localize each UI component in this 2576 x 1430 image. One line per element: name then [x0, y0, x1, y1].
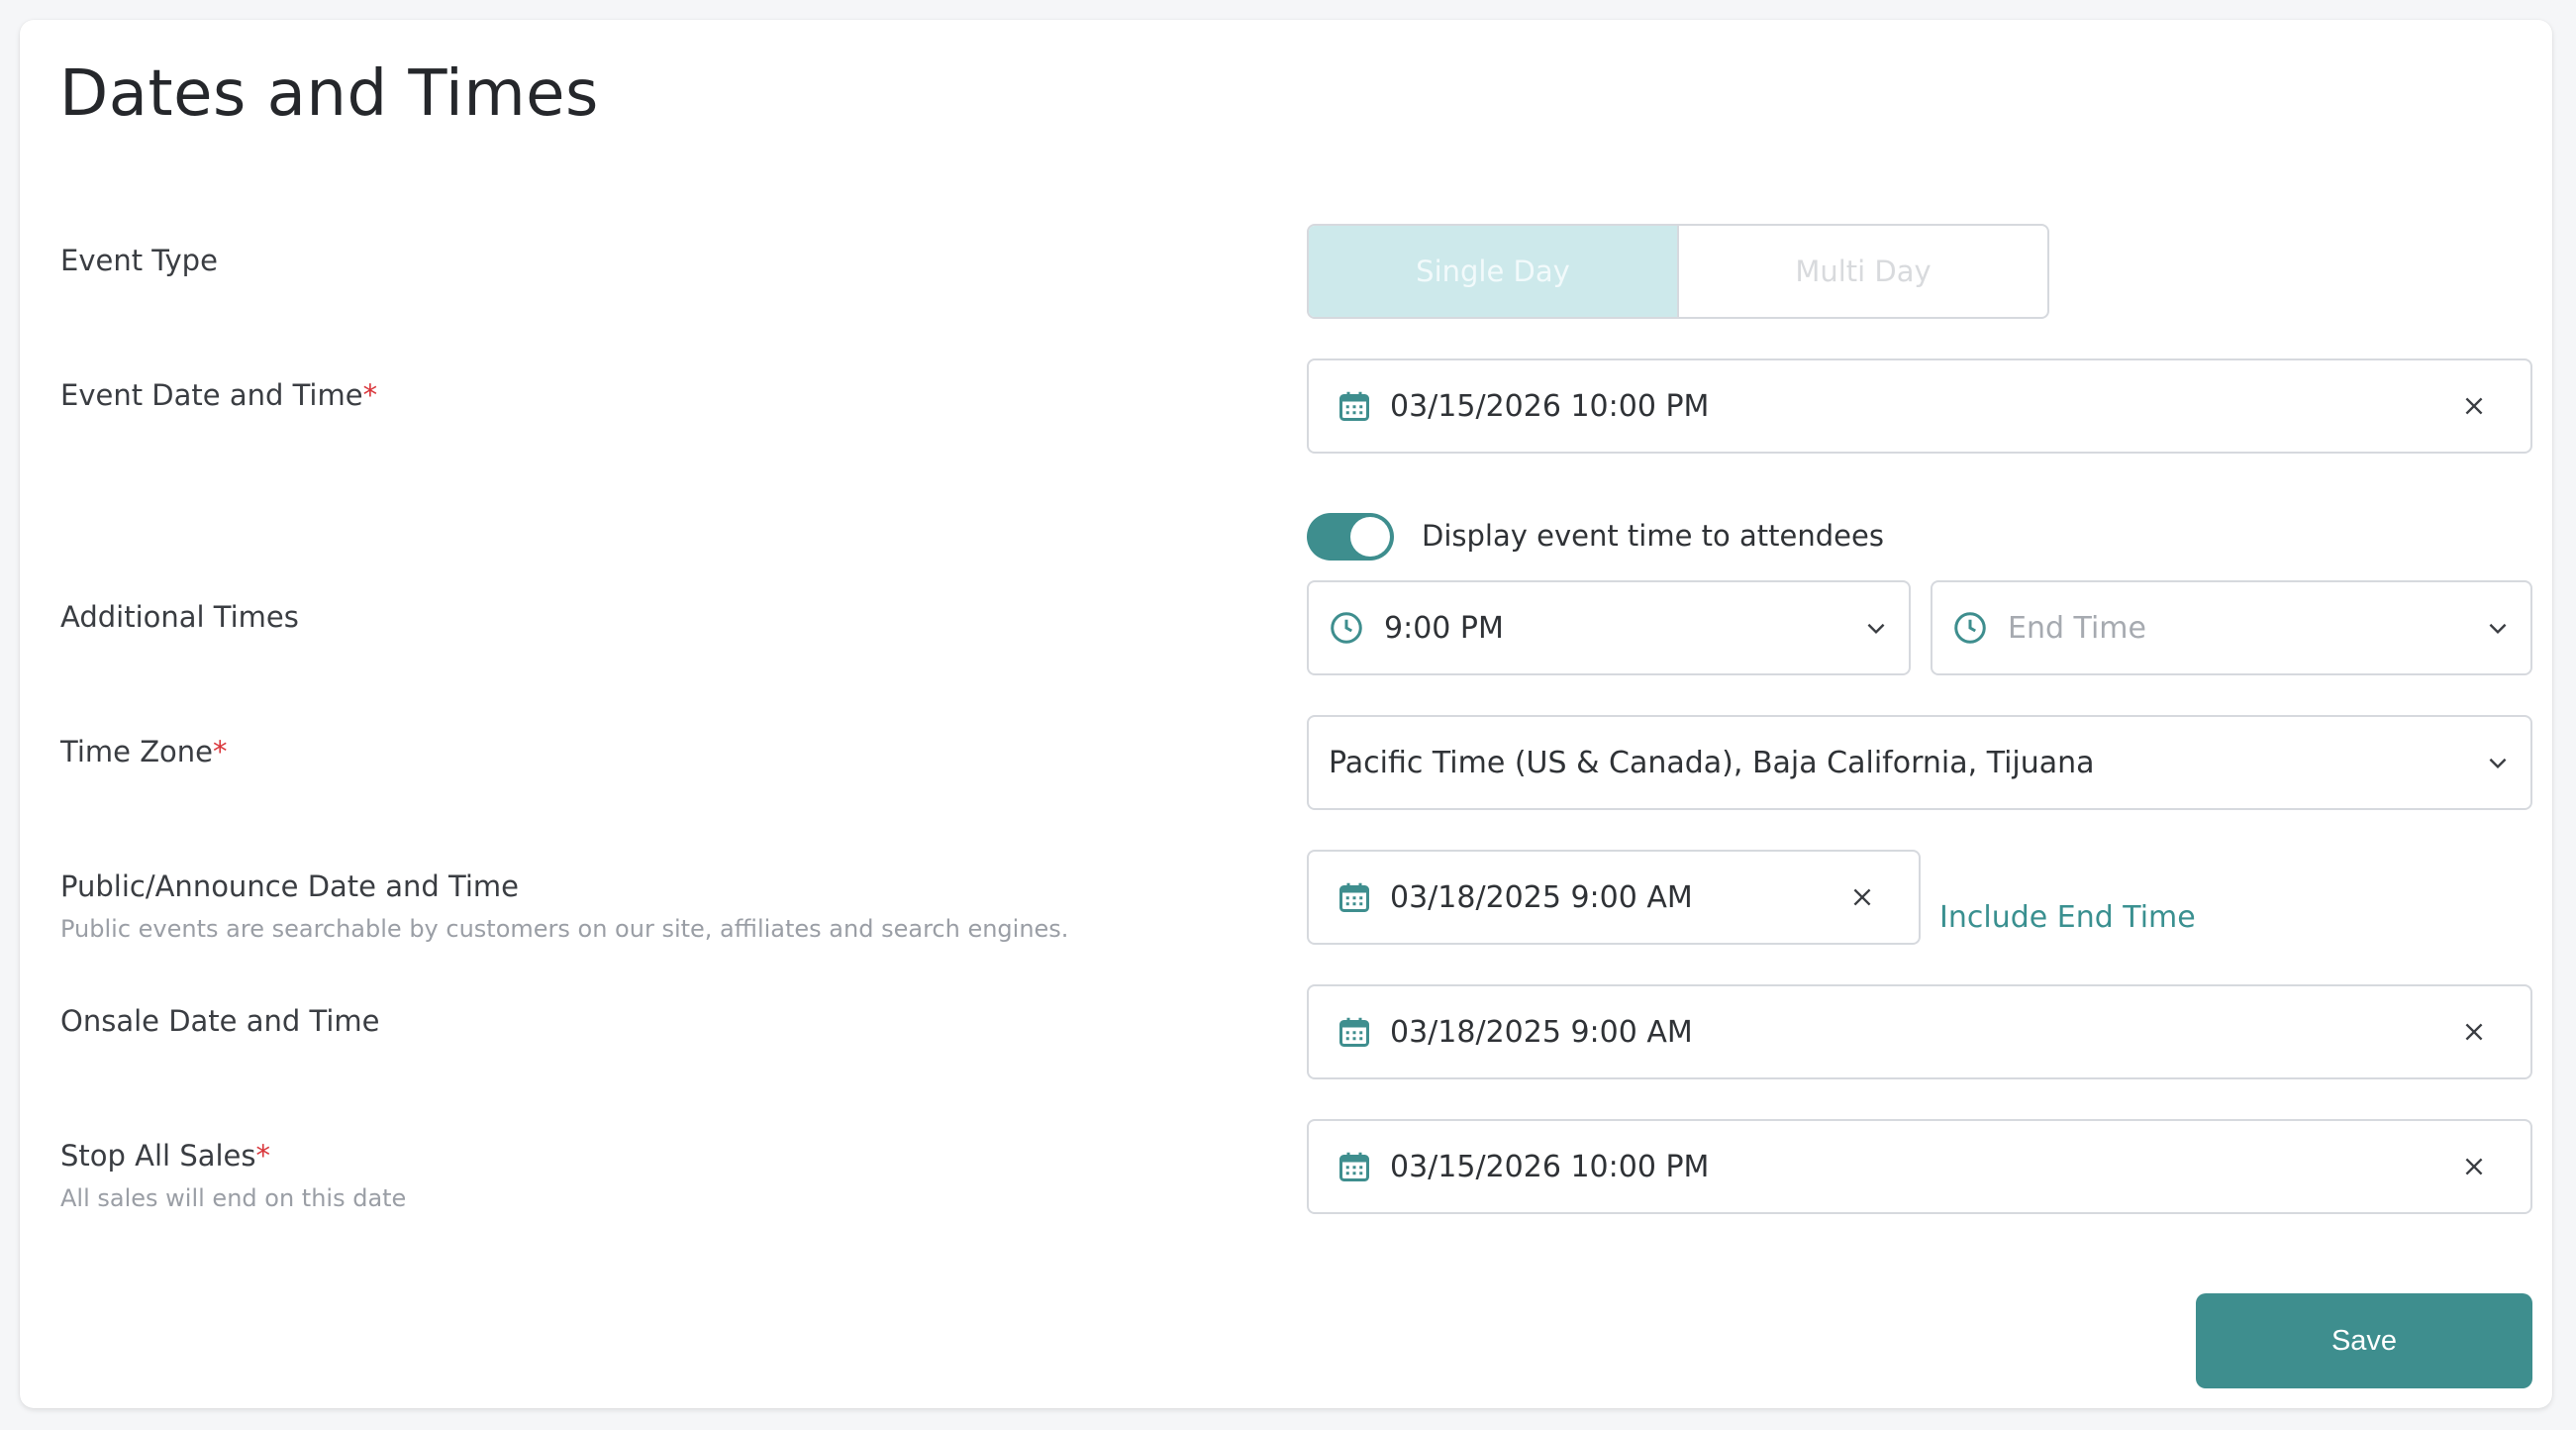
chevron-down-icon	[1867, 623, 1885, 635]
calendar-icon	[1339, 882, 1369, 912]
onsale-input[interactable]: 03/18/2025 9:00 AM	[1307, 984, 2532, 1079]
clear-icon[interactable]	[2461, 1019, 2487, 1045]
onsale-value: 03/18/2025 9:00 AM	[1390, 1014, 1693, 1050]
time-zone-label: Time Zone*	[60, 735, 228, 768]
calendar-icon	[1339, 391, 1369, 421]
event-date-time-input[interactable]: 03/15/2026 10:00 PM	[1307, 358, 2532, 454]
clock-icon	[1954, 612, 1986, 644]
chevron-down-icon	[2489, 758, 2507, 769]
clear-icon[interactable]	[2461, 393, 2487, 419]
time-zone-value: Pacific Time (US & Canada), Baja Califor…	[1329, 745, 2095, 780]
display-event-time-label: Display event time to attendees	[1422, 519, 1884, 553]
public-announce-input[interactable]: 03/18/2025 9:00 AM	[1307, 850, 1921, 945]
clear-icon[interactable]	[2461, 1154, 2487, 1179]
stop-sales-label: Stop All Sales*	[60, 1139, 271, 1173]
calendar-icon	[1339, 1152, 1369, 1181]
clear-icon[interactable]	[1849, 884, 1875, 910]
required-mark: *	[255, 1139, 271, 1173]
page-title: Dates and Times	[59, 57, 599, 131]
dates-times-card: Dates and Times Event Type Single Day Mu…	[20, 20, 2552, 1408]
calendar-icon	[1339, 1017, 1369, 1047]
required-mark: *	[362, 378, 378, 412]
stop-sales-input[interactable]: 03/15/2026 10:00 PM	[1307, 1119, 2532, 1214]
chevron-down-icon	[2489, 623, 2507, 635]
save-button[interactable]: Save	[2196, 1293, 2532, 1388]
additional-times-label: Additional Times	[60, 600, 299, 634]
stop-sales-value: 03/15/2026 10:00 PM	[1390, 1149, 1710, 1184]
public-announce-hint: Public events are searchable by customer…	[60, 915, 1069, 943]
required-mark: *	[213, 735, 228, 768]
display-event-time-toggle[interactable]	[1307, 513, 1394, 561]
event-type-segmented-control: Single Day Multi Day	[1307, 224, 2049, 319]
time-zone-select[interactable]: Pacific Time (US & Canada), Baja Califor…	[1307, 715, 2532, 810]
start-time-select[interactable]: 9:00 PM	[1307, 580, 1911, 675]
include-end-time-link[interactable]: Include End Time	[1939, 900, 2196, 935]
end-time-select[interactable]: End Time	[1931, 580, 2532, 675]
event-date-time-value: 03/15/2026 10:00 PM	[1390, 388, 1710, 424]
onsale-label: Onsale Date and Time	[60, 1004, 380, 1038]
toggle-knob	[1350, 517, 1390, 557]
multi-day-option[interactable]: Multi Day	[1677, 226, 2047, 317]
single-day-option[interactable]: Single Day	[1309, 226, 1677, 317]
public-announce-value: 03/18/2025 9:00 AM	[1390, 879, 1693, 915]
start-time-value: 9:00 PM	[1384, 610, 1504, 646]
public-announce-label: Public/Announce Date and Time	[60, 869, 519, 903]
event-date-time-label: Event Date and Time*	[60, 378, 378, 412]
stop-sales-hint: All sales will end on this date	[60, 1184, 407, 1212]
event-type-label: Event Type	[60, 244, 218, 277]
end-time-placeholder: End Time	[2008, 610, 2146, 646]
clock-icon	[1331, 612, 1362, 644]
